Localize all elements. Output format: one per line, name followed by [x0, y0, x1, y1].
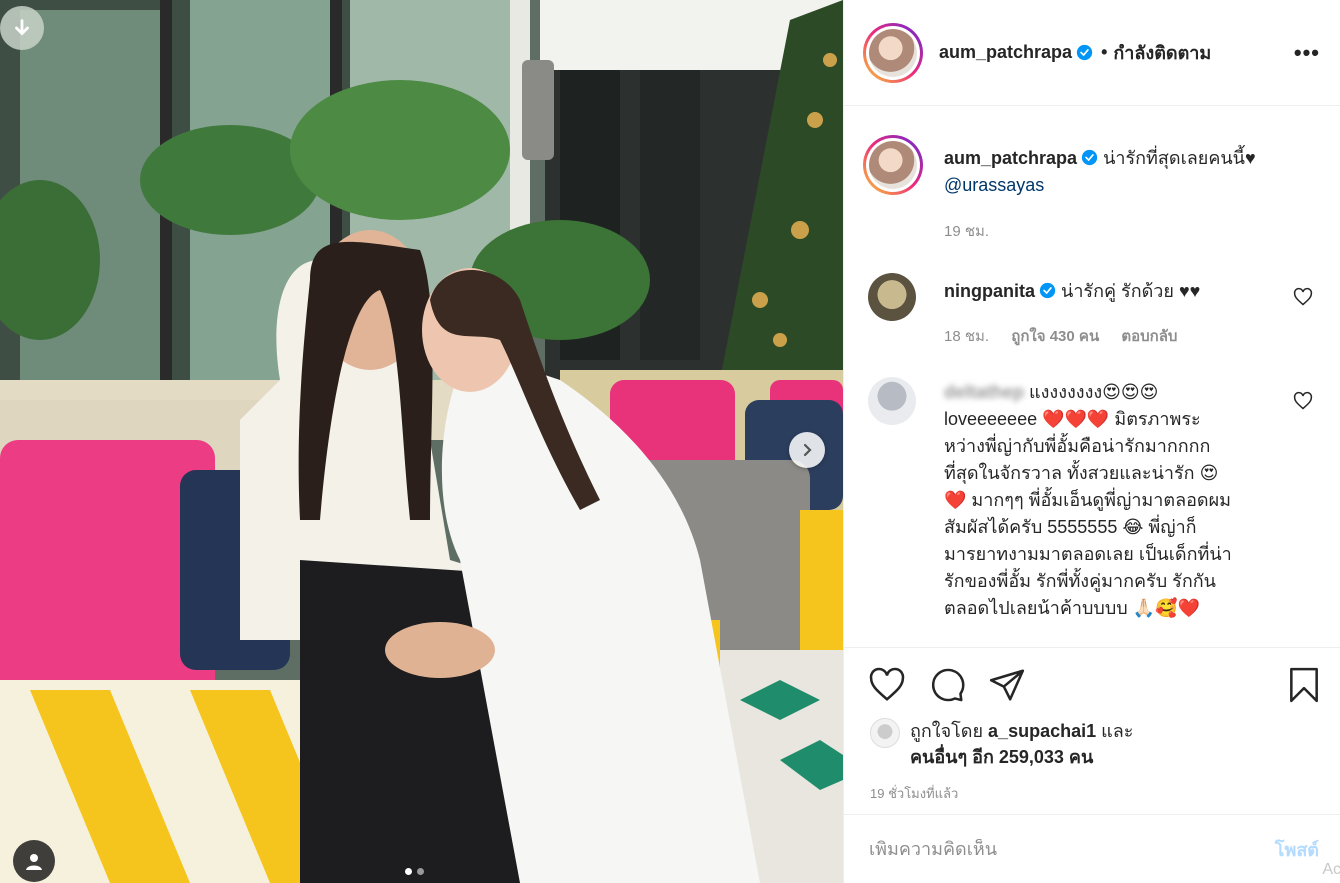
caption-username[interactable]: aum_patchrapa: [944, 148, 1077, 168]
likes-prefix: ถูกใจโดย: [910, 721, 989, 741]
add-comment-bar: โพสต์ Ac: [844, 814, 1340, 883]
caption-time[interactable]: 19 ชม.: [944, 223, 989, 240]
likes-mid: และ: [1096, 721, 1134, 741]
share-icon[interactable]: [988, 666, 1026, 704]
photo-scene: [0, 0, 843, 883]
add-comment-input[interactable]: [869, 838, 1229, 860]
comment-like-icon[interactable]: [1293, 287, 1313, 307]
author-username[interactable]: aum_patchrapa: [939, 42, 1072, 63]
comments-list[interactable]: aum_patchrapa น่ารักที่สุดเลยคนนี้♥ @ura…: [844, 107, 1340, 647]
comment-like-icon[interactable]: [1293, 391, 1313, 411]
comment-time[interactable]: 18 ชม.: [944, 328, 989, 345]
like-icon[interactable]: [868, 666, 906, 704]
post-side-panel: aum_patchrapa • กำลังติดตาม ••• aum_patc…: [843, 0, 1340, 883]
comment-line: ตลอดไปเลยน้าค้าบบบบ 🙏🏻🥰❤️: [944, 598, 1200, 618]
comment-likes[interactable]: ถูกใจ 430 คน: [1011, 328, 1099, 345]
commenter-avatar[interactable]: [868, 273, 916, 321]
chevron-right-icon: [803, 443, 812, 457]
post-comment-button[interactable]: โพสต์: [1275, 835, 1319, 864]
user-icon: [26, 854, 42, 870]
post-photo[interactable]: [0, 0, 843, 883]
commenter-username[interactable]: deltathep: [944, 382, 1024, 402]
carousel-dots: [405, 868, 424, 875]
likes-summary[interactable]: ถูกใจโดย a_supachai1 และ คนอื่นๆ อีก 259…: [870, 718, 1133, 770]
reply-button[interactable]: ตอบกลับ: [1121, 328, 1177, 345]
following-button[interactable]: กำลังติดตาม: [1113, 38, 1211, 67]
likes-count[interactable]: คนอื่นๆ อีก 259,033 คน: [910, 747, 1093, 767]
verified-badge-icon: [1081, 149, 1098, 166]
comment-line: ที่สุดในจักรวาล ทั้งสวยและน่ารัก 😍: [944, 463, 1219, 483]
carousel-dot-active: [405, 868, 412, 875]
liker-username[interactable]: a_supachai1: [988, 721, 1096, 741]
download-icon[interactable]: [0, 6, 44, 50]
post-time[interactable]: 19 ชั่วโมงที่แล้ว: [870, 783, 958, 804]
comment-line: รักของพี่อั้ม รักพี่ทั้งคู่มากครับ รักกั…: [944, 571, 1216, 591]
verified-badge-icon: [1039, 282, 1056, 299]
author-avatar[interactable]: [863, 22, 923, 83]
caption-avatar[interactable]: [863, 135, 923, 195]
comment-line: มารยาทงามมาตลอดเลย เป็นเด็กที่น่า: [944, 544, 1232, 564]
activation-watermark: Ac: [1322, 861, 1340, 878]
liker-avatar[interactable]: [870, 718, 900, 748]
caption-mention[interactable]: @urassayas: [944, 175, 1044, 195]
more-options-icon[interactable]: •••: [1294, 40, 1320, 66]
comment-line: หว่างพี่ญ่ากับพี่อั้มคือน่ารักมากกกก: [944, 436, 1211, 456]
comment-text: น่ารักคู่ รักด้วย ♥♥: [1061, 281, 1201, 301]
commenter-avatar[interactable]: [868, 377, 916, 425]
comment-icon[interactable]: [928, 666, 966, 704]
verified-badge-icon: [1076, 44, 1093, 61]
comment-line: สัมผัสได้ครับ 5555555 😂 พี่ญ่าก็: [944, 517, 1197, 537]
tagged-users-button[interactable]: [13, 840, 55, 882]
caption-text: น่ารักที่สุดเลยคนนี้♥: [1103, 148, 1256, 168]
commenter-username[interactable]: ningpanita: [944, 281, 1035, 301]
comment-line: แงงงงงงง😍😍😍: [1029, 382, 1159, 402]
post-header: aum_patchrapa • กำลังติดตาม •••: [844, 0, 1340, 106]
comment-line: ❤️ มากๆๆ พี่อั้มเอ็นดูพี่ญ่ามาตลอดผม: [944, 490, 1232, 510]
next-image-button[interactable]: [789, 432, 825, 468]
carousel-dot: [417, 868, 424, 875]
comment-line: loveeeeeee ❤️❤️❤️ มิตรภาพระ: [944, 409, 1201, 429]
header-separator: •: [1101, 42, 1108, 62]
save-bookmark-icon[interactable]: [1285, 666, 1323, 704]
